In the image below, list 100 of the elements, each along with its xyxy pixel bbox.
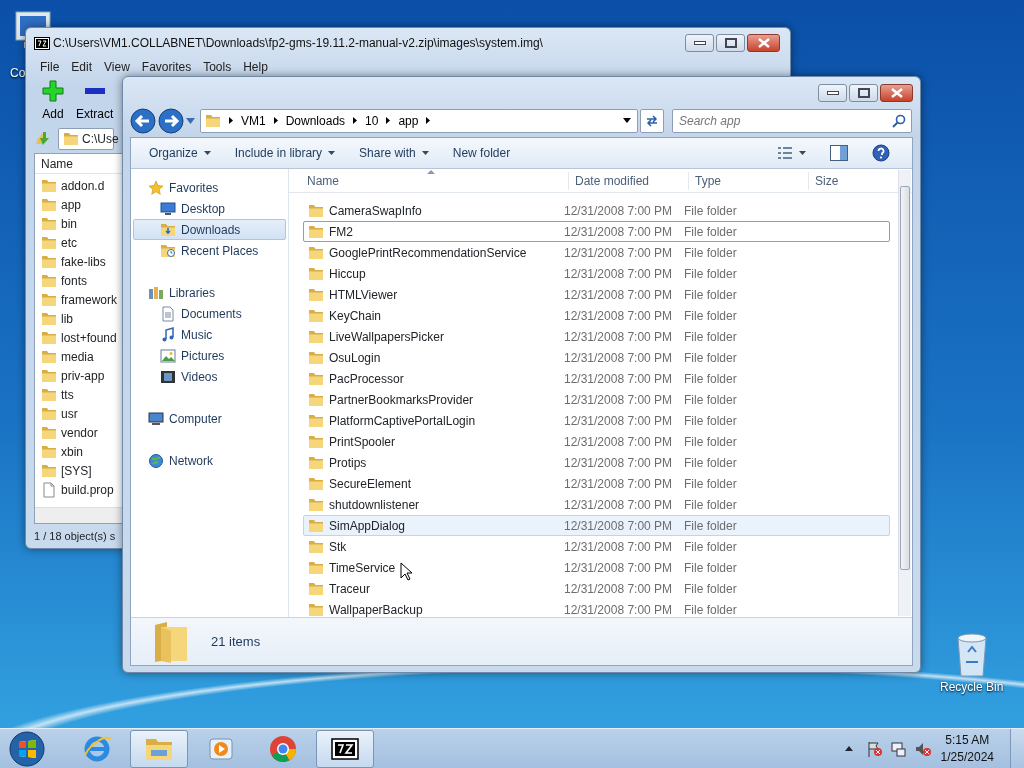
archive-item[interactable]: media <box>35 347 121 366</box>
file-row[interactable]: PartnerBookmarksProvider 12/31/2008 7:00 PM File folder <box>303 389 890 411</box>
close-button[interactable] <box>747 34 780 52</box>
file-row[interactable]: CameraSwapInfo 12/31/2008 7:00 PM File folder <box>303 200 890 222</box>
file-row[interactable]: LiveWallpapersPicker 12/31/2008 7:00 PM File folder <box>303 326 890 348</box>
back-button[interactable] <box>130 107 156 134</box>
minimize-button[interactable] <box>685 34 714 52</box>
file-row[interactable]: OsuLogin 12/31/2008 7:00 PM File folder <box>303 347 890 369</box>
network-icon[interactable] <box>890 740 907 757</box>
file-row[interactable]: shutdownlistener 12/31/2008 7:00 PM File folder <box>303 494 890 516</box>
minimize-icon <box>826 91 839 95</box>
archive-item[interactable]: xbin <box>35 442 121 461</box>
menu-item[interactable]: File <box>34 58 66 76</box>
breadcrumb-item[interactable]: Downloads <box>285 111 346 130</box>
file-row[interactable]: SimAppDialog 12/31/2008 7:00 PM File folder <box>303 515 890 537</box>
scrollbar-thumb[interactable] <box>900 186 910 571</box>
file-row[interactable]: TimeService 12/31/2008 7:00 PM File folder <box>303 557 890 579</box>
nav-item[interactable]: Pictures <box>133 345 286 367</box>
nav-item[interactable]: Network <box>133 450 286 472</box>
file-row[interactable]: SecureElement 12/31/2008 7:00 PM File folder <box>303 473 890 495</box>
file-row[interactable]: FM2 12/31/2008 7:00 PM File folder <box>303 221 890 243</box>
nav-item[interactable]: Libraries <box>133 282 286 304</box>
toolbar-button[interactable]: Add <box>38 80 68 126</box>
star-icon <box>148 179 164 196</box>
command-button[interactable]: Include in library <box>222 141 348 166</box>
flag-error-icon[interactable] <box>866 740 883 757</box>
show-hidden-icons-icon[interactable] <box>844 746 853 751</box>
close-button[interactable] <box>880 84 913 102</box>
nav-item[interactable]: Favorites <box>133 177 286 199</box>
folder-icon <box>41 330 57 345</box>
archive-item[interactable]: etc <box>35 233 121 252</box>
menu-item[interactable]: View <box>98 58 136 76</box>
file-row[interactable]: Protips 12/31/2008 7:00 PM File folder <box>303 452 890 474</box>
archive-item[interactable]: framework <box>35 290 121 309</box>
column-header[interactable]: Name <box>41 154 73 173</box>
archive-item[interactable]: fake-libs <box>35 252 121 271</box>
archive-item[interactable]: usr <box>35 404 121 423</box>
menu-item[interactable]: Tools <box>197 58 238 76</box>
archive-item[interactable]: build.prop <box>35 480 121 499</box>
file-row[interactable]: Stk 12/31/2008 7:00 PM File folder <box>303 536 890 558</box>
nav-item[interactable]: Documents <box>133 303 286 325</box>
archive-item[interactable]: tts <box>35 385 121 404</box>
nav-item[interactable]: Computer <box>133 408 286 430</box>
maximize-button[interactable] <box>849 84 878 102</box>
maximize-button[interactable] <box>716 34 745 52</box>
start-button[interactable] <box>6 729 48 768</box>
column-header[interactable]: Date modified <box>568 171 688 190</box>
nav-item[interactable]: Videos <box>133 366 286 388</box>
show-desktop-button[interactable] <box>1010 728 1024 768</box>
minimize-button[interactable] <box>818 84 847 102</box>
file-row[interactable]: PacProcessor 12/31/2008 7:00 PM File folder <box>303 368 890 390</box>
toolbar-button[interactable]: Extract <box>72 80 118 126</box>
clock[interactable]: 5:15 AM 1/25/2024 <box>940 732 994 765</box>
file-row[interactable]: GooglePrintRecommendationService 12/31/2008 7:00 PM File folder <box>303 242 890 264</box>
command-button[interactable]: Organize <box>137 141 223 166</box>
archive-item[interactable]: priv-app <box>35 366 121 385</box>
address-bar[interactable]: VM1 Downloads 10 app <box>200 108 638 133</box>
file-name: PacProcessor <box>329 370 404 388</box>
archive-item[interactable]: bin <box>35 214 121 233</box>
taskbar-button[interactable] <box>316 729 374 768</box>
nav-item[interactable]: Downloads <box>133 219 286 241</box>
icon-label: Co <box>10 65 26 82</box>
search-field[interactable]: Search app <box>672 108 912 133</box>
breadcrumb-item[interactable]: app <box>398 111 419 130</box>
breadcrumb-item[interactable]: VM1 <box>241 111 266 130</box>
folder-icon <box>308 413 324 429</box>
file-row[interactable]: KeyChain 12/31/2008 7:00 PM File folder <box>303 305 890 327</box>
column-header[interactable]: Type <box>688 171 808 190</box>
horizontal-scrollbar[interactable] <box>35 507 123 523</box>
dropdown-arrow-icon[interactable] <box>186 117 195 124</box>
menu-item[interactable]: Favorites <box>135 58 198 76</box>
archive-item[interactable]: [SYS] <box>35 461 121 480</box>
nav-item[interactable]: Desktop <box>133 198 286 220</box>
nav-item[interactable]: Music <box>133 324 286 346</box>
archive-item[interactable]: fonts <box>35 271 121 290</box>
archive-item[interactable]: app <box>35 195 121 214</box>
nav-item[interactable]: Recent Places <box>133 240 286 262</box>
breadcrumb-item[interactable]: 10 <box>365 111 379 130</box>
file-row[interactable]: HTMLViewer 12/31/2008 7:00 PM File folder <box>303 284 890 306</box>
archive-item[interactable]: lib <box>35 309 121 328</box>
refresh-button[interactable] <box>640 108 664 133</box>
file-row[interactable]: PrintSpooler 12/31/2008 7:00 PM File folder <box>303 431 890 453</box>
menu-item[interactable]: Help <box>237 58 274 76</box>
vertical-scrollbar[interactable] <box>898 170 911 617</box>
file-name: WallpaperBackup <box>329 601 423 619</box>
forward-button[interactable] <box>158 107 184 134</box>
menu-item[interactable]: Edit <box>65 58 99 76</box>
archive-item[interactable]: vendor <box>35 423 121 442</box>
film-icon <box>160 368 176 385</box>
file-row[interactable]: Hiccup 12/31/2008 7:00 PM File folder <box>303 263 890 285</box>
file-row[interactable]: Traceur 12/31/2008 7:00 PM File folder <box>303 578 890 600</box>
archive-item[interactable]: addon.d <box>35 176 121 195</box>
command-button[interactable]: New folder <box>440 141 523 166</box>
column-header[interactable]: Name <box>307 171 568 190</box>
file-name: Traceur <box>329 580 370 598</box>
command-button[interactable]: Share with <box>347 141 441 166</box>
file-name: FM2 <box>329 223 353 241</box>
file-row[interactable]: WallpaperBackup 12/31/2008 7:00 PM File folder <box>303 599 890 621</box>
archive-item[interactable]: lost+found <box>35 328 121 347</box>
file-row[interactable]: PlatformCaptivePortalLogin 12/31/2008 7:00 PM File folder <box>303 410 890 432</box>
